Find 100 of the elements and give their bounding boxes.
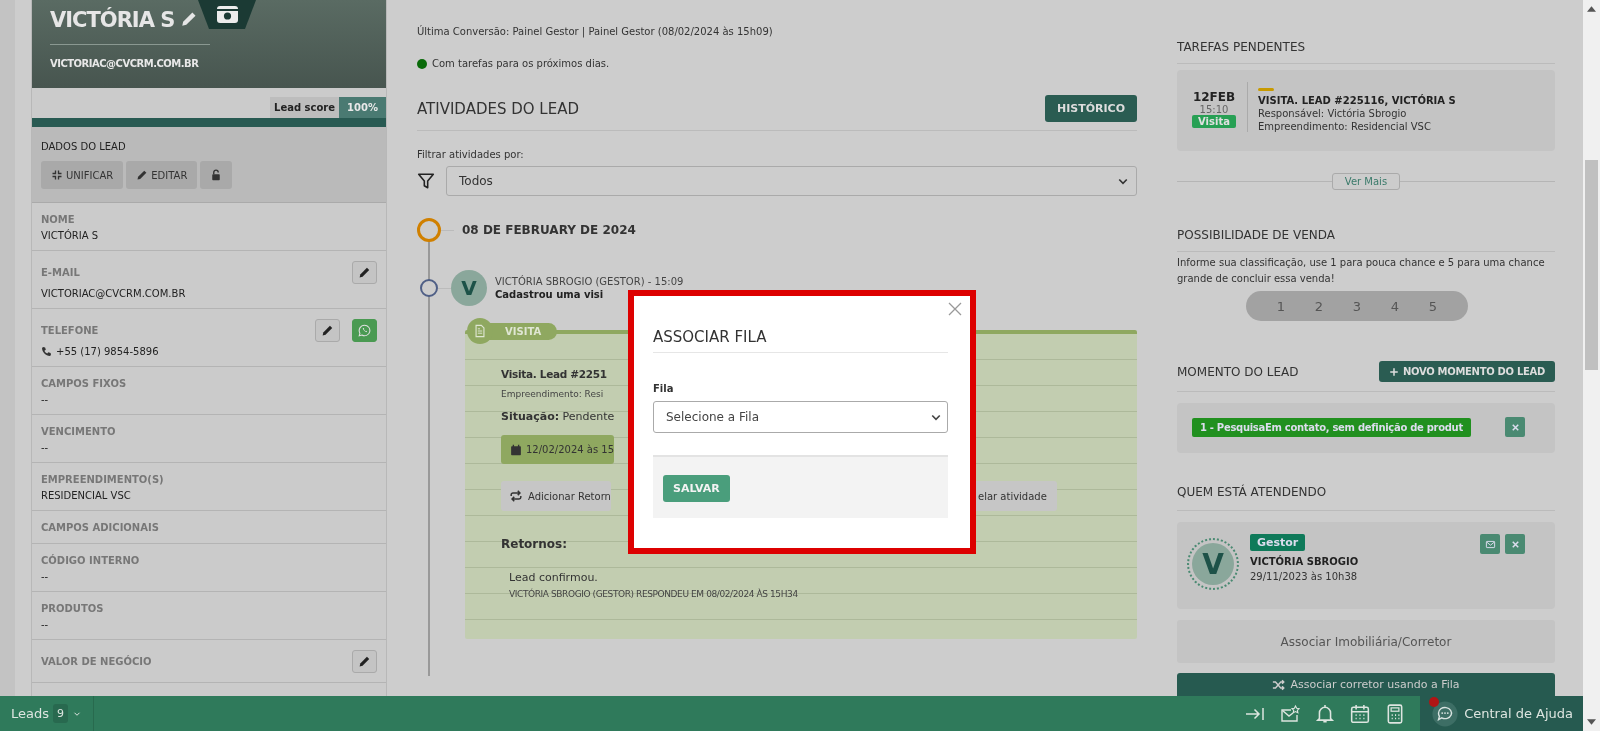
field-label: NOME [41,214,75,225]
close-icon [1509,538,1521,550]
repeat-icon [509,489,523,503]
pencil-icon [136,169,149,181]
shuffle-icon [1272,678,1287,692]
scroll-up-icon[interactable] [1587,6,1596,12]
lead-name: VICTÓRIA S [50,8,175,32]
timeline-node [420,279,438,297]
field-label: PRODUTOS [41,603,104,614]
task-title: VISITA. LEAD #225116, VICTÓRIA S [1258,95,1456,106]
scrollbar-thumb[interactable] [1585,160,1598,370]
unify-button[interactable]: UNIFICAR [41,161,124,189]
filter-icon [417,172,435,190]
field-label: VALOR DE NEGÓCIO [41,656,152,667]
role-badge: Gestor [1250,534,1306,551]
scroll-down-icon[interactable] [1587,719,1596,725]
compress-icon [51,169,63,181]
new-moment-button[interactable]: NOVO MOMENTO DO LEAD [1378,361,1555,382]
field-label: VENCIMENTO [41,426,116,437]
attendant-date: 29/11/2023 às 10h38 [1250,571,1358,582]
avatar: V [451,270,487,306]
leads-menu[interactable]: Leads 9 [0,696,94,731]
last-conversion-text: Última Conversão: Painel Gestor | Painel Gestor (08/02/2024 às 15h09) [417,26,774,37]
plus-icon [1388,366,1399,377]
reply-meta: VICTÓRIA SBROGIO (GESTOR) RESPONDEU EM 08/02/2024 ÀS 15H34 [509,589,798,599]
mail-icon [1484,538,1496,550]
sale-chance-text: Informe sua classificação, use 1 para pouca chance e 5 para uma chance grande de concluir essa venda! [1177,256,1546,286]
rating-option[interactable]: 4 [1376,291,1414,321]
entry-action: Cadastrou uma visi [495,289,605,300]
filter-select[interactable]: Todos [446,166,1137,196]
pencil-icon [321,324,334,337]
queue-button[interactable]: Associar corretor usando a Fila [1177,673,1555,696]
field-label: CAMPOS FIXOS [41,378,127,389]
task-day: 12FEB [1192,90,1236,104]
section-title: TAREFAS PENDENTES [1177,40,1306,54]
field-value: VICTORIAC@CVCRM.COM.BR [41,288,186,299]
email-button[interactable] [1480,534,1500,554]
rating-option[interactable]: 1 [1262,291,1300,321]
queue-select[interactable]: Selecione a Fila [653,401,948,433]
rating-option[interactable]: 3 [1338,291,1376,321]
remove-button[interactable] [1505,534,1525,554]
field-label: Fila [653,383,675,394]
count-badge: 9 [53,704,68,723]
calendar-icon [510,443,522,456]
activity-title: Visita. Lead #2251 [501,368,607,380]
field-label: CAMPOS ADICIONAIS [41,522,159,533]
score-label: Lead score [270,97,340,118]
help-center-button[interactable]: Central de Ajuda [1420,696,1583,731]
remove-button[interactable] [1505,417,1525,437]
history-button[interactable]: HISTÓRICO [1044,95,1137,122]
task-detail: Responsável: Victória Sbrogio [1258,108,1408,119]
task-detail: Empreendimento: Residencial VSC [1258,121,1432,132]
field-value: -- [41,442,49,453]
section-title: ATIVIDADES DO LEAD [417,99,579,118]
entry-author: VICTÓRIA SBROGIO (GESTOR) - 15:09 [495,276,684,287]
phone-icon [41,346,52,357]
activity-button[interactable]: Adicionar Retorn [501,481,611,511]
activity-detail: Empreendimento: Resi [501,389,604,399]
section-title: MOMENTO DO LEAD [1177,364,1299,379]
lock-button[interactable] [200,161,233,189]
rating-option[interactable]: 5 [1414,291,1452,321]
modal-title: ASSOCIAR FILA [653,328,948,353]
avatar: V [1192,543,1234,585]
attendant-name: VICTÓRIA SBROGIO [1250,556,1359,567]
chat-icon [1432,700,1459,727]
field-label: EMPREENDIMENTO(S) [41,474,164,485]
edit-button[interactable] [352,261,377,284]
field-value: -- [41,394,49,405]
pencil-icon [358,266,371,279]
edit-button[interactable] [352,650,377,673]
field-value: RESIDENCIAL VSC [41,490,131,501]
camera-icon[interactable] [198,0,257,29]
close-icon[interactable] [947,301,963,317]
edit-button[interactable]: EDITAR [126,161,198,189]
field-label: TELEFONE [41,325,99,336]
task-time: 15:10 [1199,104,1229,115]
field-label: E-MAIL [41,267,80,278]
lock-icon [210,169,223,181]
lead-email: VICTORIAC@CVCRM.COM.BR [50,58,200,69]
whatsapp-icon [358,324,371,337]
timeline-date: 08 DE FEBRUARY DE 2024 [462,223,636,237]
save-button[interactable]: SALVAR [663,475,730,502]
activity-button[interactable]: elar atividade [975,481,1057,511]
close-icon [1509,421,1521,433]
field-value: +55 (17) 9854-5896 [56,346,159,357]
field-value: -- [41,571,49,582]
pencil-icon [358,655,371,668]
reply-text: Lead confirmou. [509,571,598,584]
task-status-text: Com tarefas para os próximos dias. [432,58,610,69]
scrollbar[interactable] [1583,0,1600,731]
field-value: VICTÓRIA S [41,230,99,241]
edit-button[interactable] [315,319,340,342]
rating-option[interactable]: 2 [1300,291,1338,321]
see-more-button[interactable]: Ver Mais [1331,173,1401,190]
moment-tag: 1 - PesquisaEm contato, sem definição de produt [1192,417,1471,437]
associate-broker-button[interactable]: Associar Imobiliária/Corretor [1177,620,1555,663]
whatsapp-button[interactable] [352,319,377,342]
field-label: CÓDIGO INTERNO [41,555,140,566]
activity-status: Situação: Pendente [501,410,615,423]
filter-label: Filtrar atividades por: [417,149,525,160]
